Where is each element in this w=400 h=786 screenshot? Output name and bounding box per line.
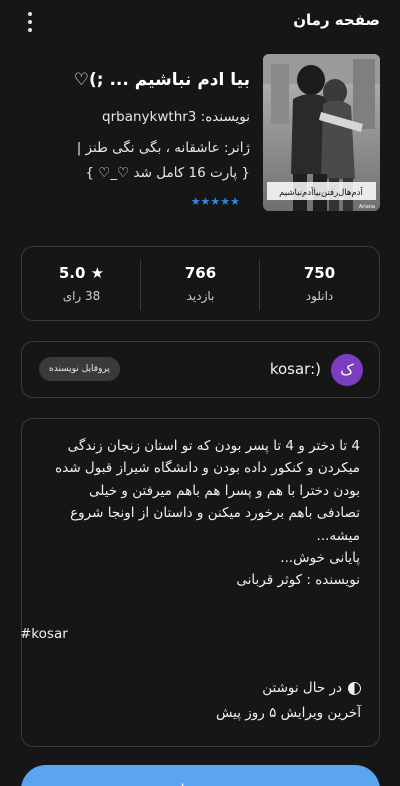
genre-line: ژانر: عاشقانه ، بگی نگی طنز | xyxy=(76,140,250,156)
parts-status: { پارت 16 کامل شد ♡_♡ } xyxy=(85,165,250,181)
author-name[interactable]: kosar:) xyxy=(270,360,321,378)
start-reading-button[interactable]: شروع خواندن xyxy=(21,765,380,786)
cover-watermark: Ariana xyxy=(359,204,375,210)
stat-downloads: 750 دانلود xyxy=(260,247,379,320)
rating-value: ★ 5.0 xyxy=(58,264,105,282)
writing-status: در حال نوشتن xyxy=(262,680,361,696)
more-vertical-icon[interactable] xyxy=(22,12,38,32)
writer-line: نویسنده : کوثر قربانی xyxy=(236,572,360,589)
views-value: 766 xyxy=(184,264,217,282)
author-profile-button[interactable]: پروفایل نویسنده xyxy=(39,357,120,381)
synopsis-paragraph: 4 تا دختر و 4 تا پسر بودن که تو استان زن… xyxy=(55,438,360,544)
hashtag[interactable]: #kosar xyxy=(20,626,68,642)
downloads-value: 750 xyxy=(303,264,336,282)
top-bar: صفحه رمان xyxy=(0,0,400,44)
avatar[interactable]: ک xyxy=(331,354,363,386)
votes-label: 38 رای xyxy=(62,289,101,303)
stat-rating[interactable]: ★ 5.0 38 رای xyxy=(22,247,141,320)
description-text: 4 تا دختر و 4 تا پسر بودن که تو استان زن… xyxy=(42,435,360,592)
views-label: بازدید xyxy=(186,289,215,303)
cover-caption: آدم‌ها‌ل‌رفتن‌بیا‌آدم‌نباشیم xyxy=(279,186,363,198)
downloads-label: دانلود xyxy=(305,289,334,303)
stat-views: 766 بازدید xyxy=(141,247,260,320)
novel-title: بیا ادم نباشیم ... ;)♡ xyxy=(73,70,250,90)
half-circle-icon xyxy=(348,681,361,695)
page-title: صفحه رمان xyxy=(293,11,380,29)
author-line[interactable]: نویسنده: qrbanykwthr3 xyxy=(102,109,250,125)
novel-cover-image[interactable]: آدم‌ها‌ل‌رفتن‌بیا‌آدم‌نباشیم Ariana xyxy=(263,54,380,211)
ending-line: پایانی خوش... xyxy=(280,550,360,567)
description-card: 4 تا دختر و 4 تا پسر بودن که تو استان زن… xyxy=(21,418,380,747)
rating-stars: ★★★★★ xyxy=(190,195,240,208)
writing-status-label: در حال نوشتن xyxy=(262,680,342,696)
stats-panel: 750 دانلود 766 بازدید ★ 5.0 38 رای xyxy=(21,246,380,321)
author-card[interactable]: ک kosar:) پروفایل نویسنده xyxy=(21,341,380,398)
last-edit-time: آخرین ویرایش ۵ روز پیش xyxy=(215,705,361,721)
